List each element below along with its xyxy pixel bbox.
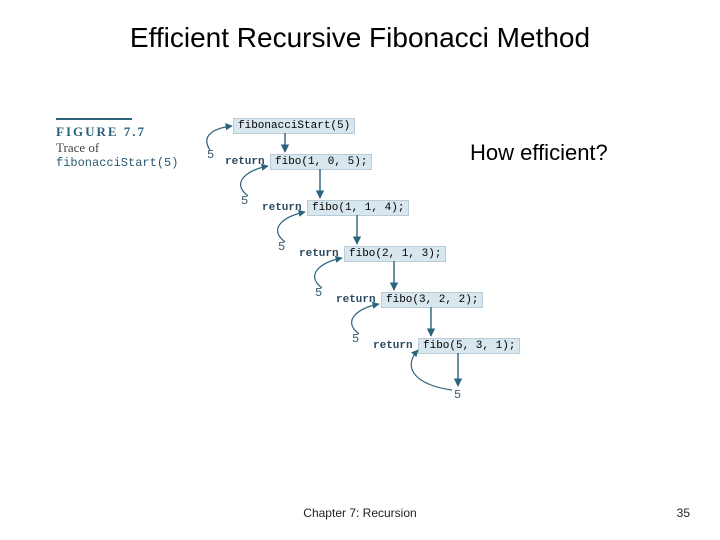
return-2: return (299, 248, 339, 260)
call-2: fibo(2, 1, 3); (344, 246, 446, 262)
figure-caption: Trace of (56, 140, 178, 156)
result-4: 5 (352, 332, 359, 346)
call-4: fibo(5, 3, 1); (418, 338, 520, 354)
call-start: fibonacciStart(5) (233, 118, 355, 134)
return-4: return (373, 340, 413, 352)
figure-number: FIGURE 7.7 (56, 124, 178, 140)
call-0: fibo(1, 0, 5); (270, 154, 372, 170)
result-3: 5 (315, 286, 322, 300)
final-result: 5 (454, 388, 461, 402)
figure-code: fibonacciStart(5) (56, 156, 178, 170)
return-1: return (262, 202, 302, 214)
call-3: fibo(3, 2, 2); (381, 292, 483, 308)
return-0: return (225, 156, 265, 168)
result-1: 5 (241, 194, 248, 208)
figure-rule (56, 118, 132, 120)
return-3: return (336, 294, 376, 306)
call-1: fibo(1, 1, 4); (307, 200, 409, 216)
trace-arrows (0, 0, 720, 540)
footer-page: 35 (677, 506, 690, 520)
footer-chapter: Chapter 7: Recursion (0, 506, 720, 520)
figure-label: FIGURE 7.7 Trace of fibonacciStart(5) (56, 124, 178, 170)
slide-title: Efficient Recursive Fibonacci Method (0, 22, 720, 54)
result-0: 5 (207, 148, 214, 162)
question-text: How efficient? (470, 140, 608, 166)
result-2: 5 (278, 240, 285, 254)
